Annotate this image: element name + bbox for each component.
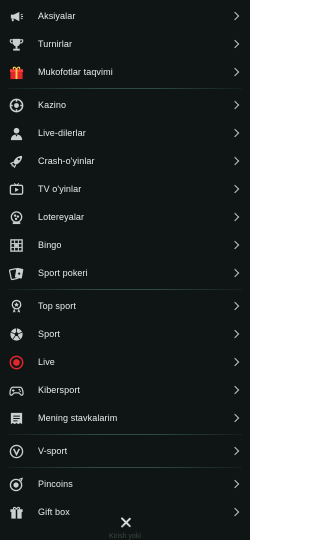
menu-item-turnirlar[interactable]: Turnirlar: [0, 30, 250, 58]
menu-item-label: Live-dilerlar: [38, 128, 86, 138]
menu-item-label: V-sport: [38, 446, 68, 456]
menu-item-label: Gift box: [38, 507, 70, 517]
login-hint-text: Kirish yoki: [109, 533, 141, 540]
chevron-right-icon: [230, 212, 240, 222]
menu-item-pincoins[interactable]: Pincoins: [0, 470, 250, 498]
menu-item-label: Bingo: [38, 240, 62, 250]
gift-calendar-icon: [8, 64, 24, 80]
menu-item-kazino[interactable]: Kazino: [0, 91, 250, 119]
menu-item-label: Live: [38, 357, 55, 367]
chevron-right-icon: [230, 128, 240, 138]
bingo-icon: [8, 237, 24, 253]
gamepad-icon: [8, 382, 24, 398]
menu-separator: [8, 434, 242, 435]
menu-separator: [8, 88, 242, 89]
top-sport-icon: [8, 298, 24, 314]
live-icon: [8, 354, 24, 370]
menu-separator: [8, 467, 242, 468]
cards-icon: [8, 265, 24, 281]
menu-item-label: Mening stavkalarim: [38, 413, 118, 423]
menu-item-top-sport[interactable]: Top sport: [0, 292, 250, 320]
menu-item-label: Mukofotlar taqvimi: [38, 67, 113, 77]
chevron-right-icon: [230, 184, 240, 194]
chevron-right-icon: [230, 156, 240, 166]
menu-item-label: Sport: [38, 329, 61, 339]
menu-item-label: Aksiyalar: [38, 11, 76, 21]
menu-item-crash-oyinlar[interactable]: Crash-o'yinlar: [0, 147, 250, 175]
menu-item-tv-oyinlar[interactable]: TV o'yinlar: [0, 175, 250, 203]
menu-separator: [8, 289, 242, 290]
menu-item-label: Sport pokeri: [38, 268, 88, 278]
chevron-right-icon: [230, 268, 240, 278]
chevron-right-icon: [230, 100, 240, 110]
menu-item-label: TV o'yinlar: [38, 184, 82, 194]
soccer-ball-icon: [8, 326, 24, 342]
menu-item-lotereyalar[interactable]: Lotereyalar: [0, 203, 250, 231]
megaphone-icon: [8, 8, 24, 24]
menu-item-label: Kibersport: [38, 385, 81, 395]
menu-item-sport[interactable]: Sport: [0, 320, 250, 348]
chevron-right-icon: [230, 507, 240, 517]
menu-item-label: Crash-o'yinlar: [38, 156, 95, 166]
menu-item-aksiyalar[interactable]: Aksiyalar: [0, 2, 250, 30]
chevron-right-icon: [230, 67, 240, 77]
menu-item-label: Top sport: [38, 301, 76, 311]
menu-item-kibersport[interactable]: Kibersport: [0, 376, 250, 404]
menu-item-mukofotlar-taqvimi[interactable]: Mukofotlar taqvimi: [0, 58, 250, 86]
chevron-right-icon: [230, 413, 240, 423]
menu-item-label: Kazino: [38, 100, 67, 110]
menu-screen: Aksiyalar Turnirlar Mukofotlar taqvimi K…: [0, 0, 250, 540]
chevron-right-icon: [230, 240, 240, 250]
trophy-icon: [8, 36, 24, 52]
menu-item-v-sport[interactable]: V-sport: [0, 437, 250, 465]
chevron-right-icon: [230, 329, 240, 339]
menu-item-sport-pokeri[interactable]: Sport pokeri: [0, 259, 250, 287]
pincoins-icon: [8, 476, 24, 492]
chevron-right-icon: [230, 39, 240, 49]
tv-icon: [8, 181, 24, 197]
chevron-right-icon: [230, 357, 240, 367]
menu-item-live-dilerlar[interactable]: Live-dilerlar: [0, 119, 250, 147]
side-menu: Aksiyalar Turnirlar Mukofotlar taqvimi K…: [0, 0, 250, 526]
gift-box-icon: [8, 504, 24, 520]
chevron-right-icon: [230, 301, 240, 311]
chevron-right-icon: [230, 479, 240, 489]
menu-item-bingo[interactable]: Bingo: [0, 231, 250, 259]
menu-item-live[interactable]: Live: [0, 348, 250, 376]
chevron-right-icon: [230, 385, 240, 395]
chevron-right-icon: [230, 11, 240, 21]
lottery-icon: [8, 209, 24, 225]
casino-chip-icon: [8, 97, 24, 113]
menu-item-label: Turnirlar: [38, 39, 73, 49]
dealer-icon: [8, 125, 24, 141]
chevron-right-icon: [230, 446, 240, 456]
v-sport-icon: [8, 443, 24, 459]
menu-item-label: Lotereyalar: [38, 212, 85, 222]
menu-item-label: Pincoins: [38, 479, 73, 489]
rocket-icon: [8, 153, 24, 169]
my-bets-icon: [8, 410, 24, 426]
menu-item-mening-stavkalarim[interactable]: Mening stavkalarim: [0, 404, 250, 432]
